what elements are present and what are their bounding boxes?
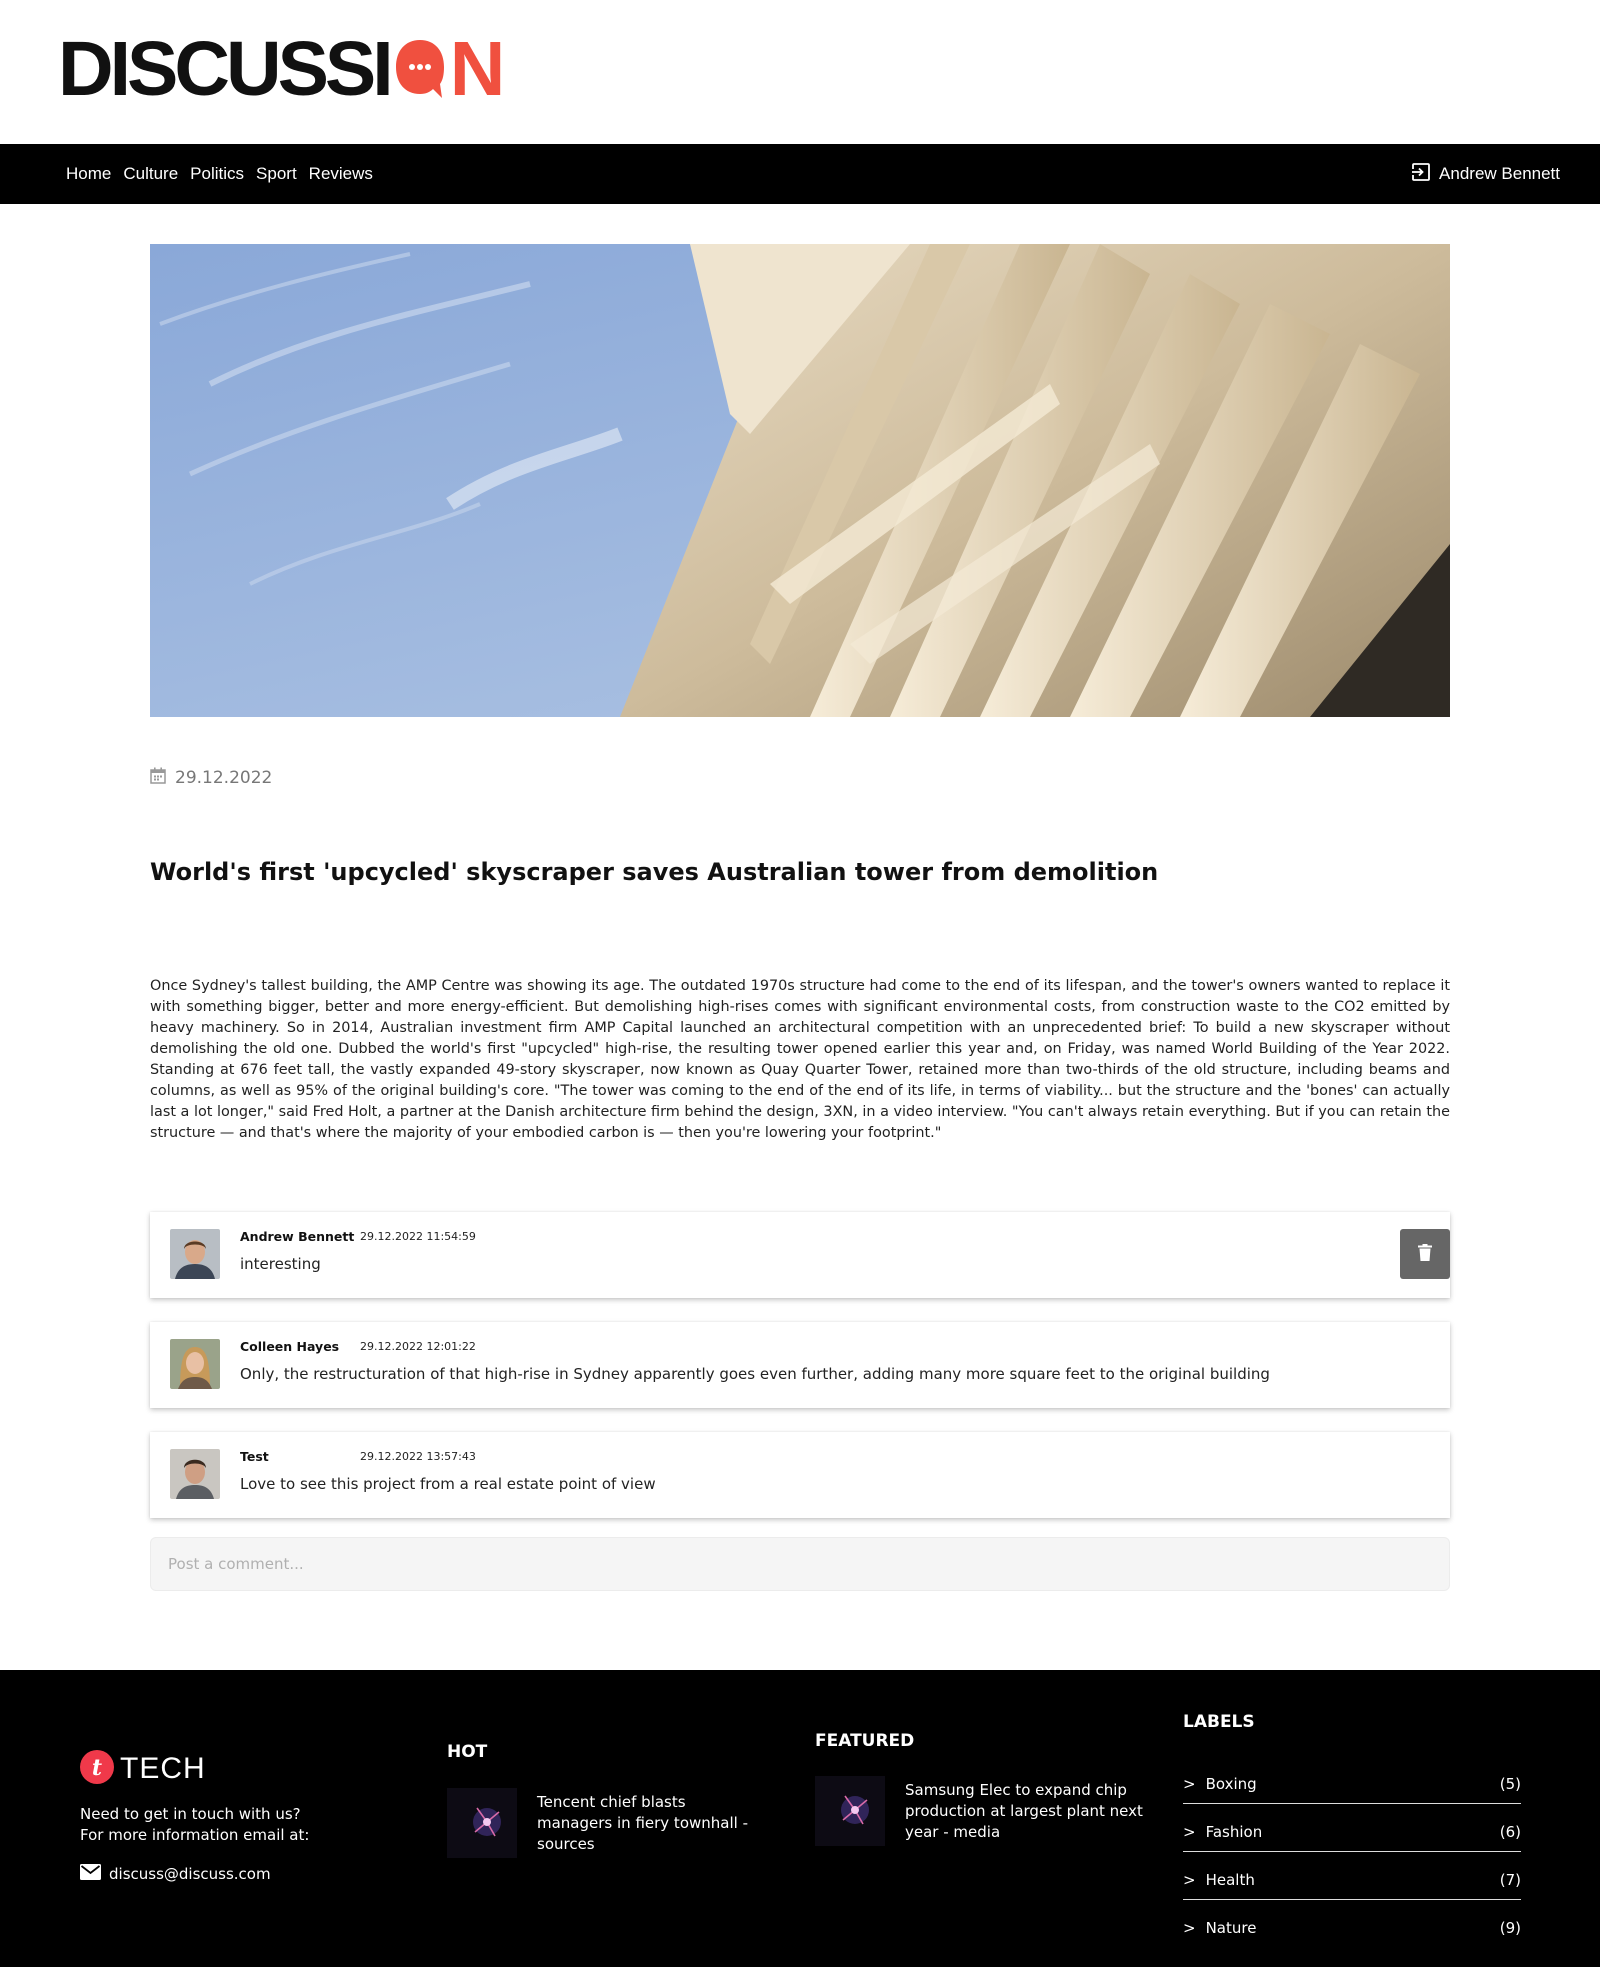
labels-list: > Boxing (5) > Fashion (6) > Health (7) > Na… — [1183, 1756, 1521, 1948]
label-name: Nature — [1205, 1919, 1257, 1937]
chevron-right-icon: > — [1183, 1822, 1196, 1841]
nav-culture[interactable]: Culture — [123, 164, 178, 184]
comment-card: Andrew Bennett 29.12.2022 11:54:59 inter… — [150, 1212, 1450, 1298]
nav-politics[interactable]: Politics — [190, 164, 244, 184]
footer-contact-text: Need to get in touch with us? For more i… — [80, 1804, 309, 1846]
label-name: Health — [1205, 1870, 1255, 1889]
article-title: World's first 'upcycled' skyscraper save… — [150, 858, 1159, 886]
article-body: Once Sydney's tallest building, the AMP … — [150, 978, 1450, 1141]
logo-text-start: DISCUSSI — [58, 26, 394, 112]
label-item-health[interactable]: > Health (7) — [1183, 1852, 1521, 1900]
comment-timestamp: 29.12.2022 13:57:43 — [360, 1450, 476, 1463]
avatar — [170, 1229, 220, 1279]
site-logo[interactable]: DISCUSSI N — [58, 26, 506, 112]
comment-timestamp: 29.12.2022 12:01:22 — [360, 1340, 476, 1353]
footer-email-link[interactable]: discuss@discuss.com — [80, 1864, 271, 1884]
trash-icon — [1418, 1243, 1432, 1265]
label-item-nature[interactable]: > Nature (9) — [1183, 1900, 1521, 1948]
label-count: (6) — [1499, 1822, 1521, 1841]
delete-comment-button[interactable] — [1400, 1229, 1450, 1279]
logo-text-end: N — [449, 26, 506, 112]
tech-logo-icon: t — [80, 1750, 114, 1788]
site-footer: t TECH Need to get in touch with us? For… — [0, 1670, 1600, 1967]
hot-post-thumbnail — [447, 1788, 517, 1858]
label-count: (7) — [1499, 1870, 1521, 1889]
comment-author: Colleen Hayes — [240, 1339, 340, 1354]
chat-bubble-logo-icon — [392, 36, 448, 102]
comment-author: Test — [240, 1449, 269, 1464]
labels-heading: LABELS — [1183, 1712, 1255, 1732]
nav-home[interactable]: Home — [66, 164, 111, 184]
footer-email: discuss@discuss.com — [109, 1865, 271, 1883]
article-hero-image — [150, 244, 1450, 717]
comment-card: Colleen Hayes 29.12.2022 12:01:22 Only, … — [150, 1322, 1450, 1408]
label-count: (5) — [1499, 1774, 1521, 1793]
chevron-right-icon: > — [1183, 1919, 1196, 1937]
comment-card: Test 29.12.2022 13:57:43 Love to see thi… — [150, 1432, 1450, 1518]
chevron-right-icon: > — [1183, 1774, 1196, 1793]
comment-text: Love to see this project from a real est… — [240, 1475, 656, 1493]
featured-post-thumbnail — [815, 1776, 885, 1846]
article-date-row: 29.12.2022 — [150, 767, 272, 789]
login-icon — [1411, 162, 1431, 187]
footer-logo[interactable]: t TECH — [80, 1750, 206, 1788]
comment-timestamp: 29.12.2022 11:54:59 — [360, 1230, 476, 1243]
article-date: 29.12.2022 — [175, 768, 273, 788]
svg-text:t: t — [92, 1755, 102, 1781]
featured-post-title: Samsung Elec to expand chip production a… — [905, 1780, 1143, 1841]
comment-text: Only, the restructuration of that high-r… — [240, 1365, 1270, 1383]
nav-sport[interactable]: Sport — [256, 164, 297, 184]
avatar — [170, 1449, 220, 1499]
comments-list: Andrew Bennett 29.12.2022 11:54:59 inter… — [150, 1212, 1450, 1542]
featured-post[interactable]: Samsung Elec to expand chip production a… — [815, 1776, 1145, 1846]
label-count: (9) — [1499, 1919, 1521, 1937]
contact-line-2: For more information email at: — [80, 1826, 310, 1844]
hot-post-title: Tencent chief blasts managers in fiery t… — [537, 1792, 748, 1853]
label-name: Fashion — [1205, 1822, 1263, 1841]
comment-author: Andrew Bennett — [240, 1229, 355, 1244]
avatar — [170, 1339, 220, 1389]
hot-heading: HOT — [447, 1742, 488, 1762]
main-navbar: Home Culture Politics Sport Reviews Andr… — [0, 144, 1600, 204]
envelope-icon — [80, 1864, 101, 1884]
featured-heading: FEATURED — [815, 1731, 915, 1751]
nav-reviews[interactable]: Reviews — [309, 164, 373, 184]
label-item-fashion[interactable]: > Fashion (6) — [1183, 1804, 1521, 1852]
header: DISCUSSI N — [0, 0, 1600, 144]
user-name: Andrew Bennett — [1439, 164, 1560, 183]
hot-post[interactable]: Tencent chief blasts managers in fiery t… — [447, 1788, 757, 1858]
contact-line-1: Need to get in touch with us? — [80, 1805, 301, 1823]
nav-links: Home Culture Politics Sport Reviews — [66, 144, 373, 204]
comment-text: interesting — [240, 1255, 321, 1273]
footer-logo-text: TECH — [120, 1752, 206, 1785]
user-menu[interactable]: Andrew Bennett — [1411, 144, 1560, 204]
label-item-boxing[interactable]: > Boxing (5) — [1183, 1756, 1521, 1804]
post-comment-input[interactable] — [150, 1537, 1450, 1591]
chevron-right-icon: > — [1183, 1870, 1196, 1889]
label-name: Boxing — [1205, 1774, 1257, 1793]
calendar-icon — [150, 767, 166, 789]
